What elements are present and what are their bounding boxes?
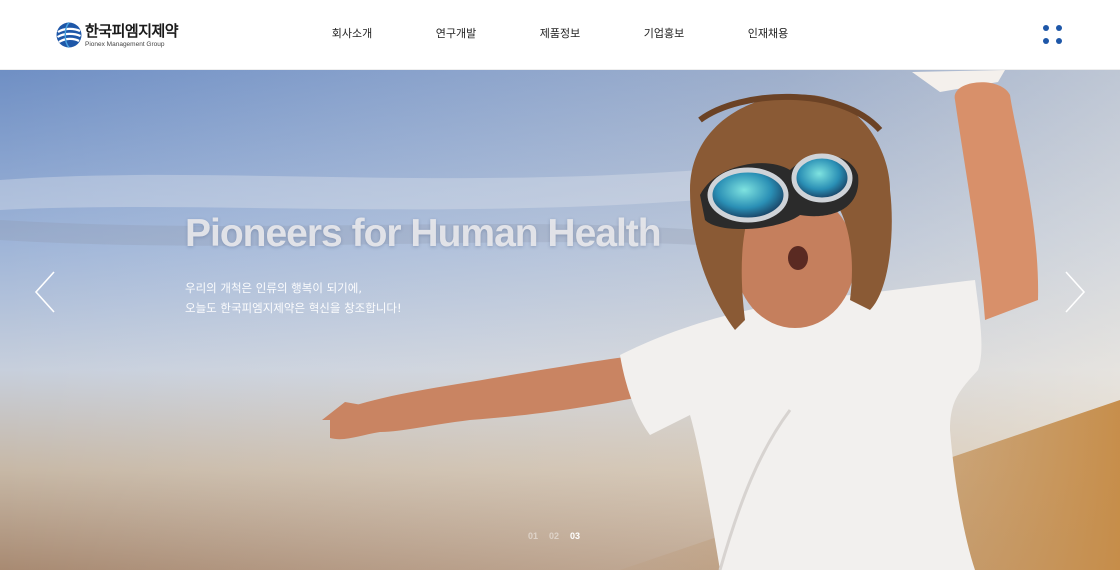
brand-name-en: Pionex Management Group <box>85 40 165 48</box>
hero-subtitle-line-1: 우리의 개척은 인류의 행복이 되기에, <box>185 281 362 295</box>
slide-pagination: 01 02 03 <box>528 531 580 541</box>
chevron-left-icon[interactable] <box>30 270 60 314</box>
globe-logo-icon <box>56 22 82 48</box>
slide-page-1[interactable]: 01 <box>528 531 538 541</box>
hero-subtitle: 우리의 개척은 인류의 행복이 되기에, 오늘도 한국피엠지제약은 혁신을 창조… <box>185 278 545 318</box>
slide-page-2[interactable]: 02 <box>549 531 559 541</box>
grid-dots-icon[interactable] <box>1040 22 1066 48</box>
brand-name-ko: 한국피엠지제약 <box>85 21 179 40</box>
hero-title: Pioneers for Human Health <box>185 212 662 255</box>
nav-item-company[interactable]: 회사소개 <box>300 0 404 70</box>
site-header: 한국피엠지제약 Pionex Management Group 회사소개 연구개… <box>0 0 1120 70</box>
brand-logo[interactable]: 한국피엠지제약 Pionex Management Group <box>56 18 179 52</box>
chevron-right-icon[interactable] <box>1060 270 1090 314</box>
main-nav: 회사소개 연구개발 제품정보 기업홍보 인재채용 <box>300 0 820 70</box>
hero-subtitle-line-2: 오늘도 한국피엠지제약은 혁신을 창조합니다! <box>185 301 402 315</box>
hero-slider: Pioneers for Human Health 우리의 개척은 인류의 행복… <box>0 70 1120 570</box>
nav-item-research[interactable]: 연구개발 <box>404 0 508 70</box>
nav-item-products[interactable]: 제품정보 <box>508 0 612 70</box>
slide-page-3[interactable]: 03 <box>570 531 580 541</box>
nav-item-careers[interactable]: 인재채용 <box>716 0 820 70</box>
hero-background-image <box>0 70 1120 570</box>
nav-item-pr[interactable]: 기업홍보 <box>612 0 716 70</box>
